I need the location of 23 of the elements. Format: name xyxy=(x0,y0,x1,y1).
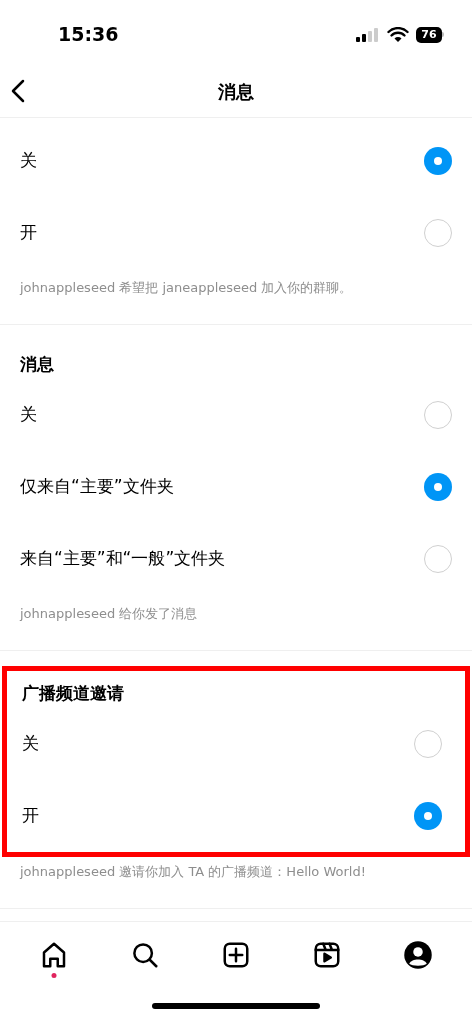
option-label: 开 xyxy=(20,221,37,245)
option-label: 仅来自“主要”文件夹 xyxy=(20,475,174,499)
caption-text: johnappleseed 希望把 janeappleseed 加入你的群聊。 xyxy=(20,280,353,295)
option-label: 关 xyxy=(20,149,37,173)
profile-icon xyxy=(403,939,434,970)
option-label: 开 xyxy=(22,804,39,828)
status-time: 15:36 xyxy=(58,22,119,48)
option-label: 来自“主要”和“一般”文件夹 xyxy=(20,547,226,571)
wifi-icon xyxy=(387,26,409,43)
signal-icon xyxy=(356,27,380,42)
page-title: 消息 xyxy=(218,79,254,104)
video-icon xyxy=(312,939,343,970)
radio-button[interactable] xyxy=(414,802,442,830)
option-label: 关 xyxy=(20,403,37,427)
battery-level: 76 xyxy=(421,29,437,40)
caption-text: johnappleseed 给你发了消息 xyxy=(20,606,198,621)
section-title: 广播频道邀请 xyxy=(22,682,124,706)
radio-button[interactable] xyxy=(424,473,452,501)
caption-text: johnappleseed 邀请你加入 TA 的广播频道：Hello World! xyxy=(20,864,366,879)
option-label: 关 xyxy=(22,732,39,756)
back-icon[interactable] xyxy=(11,79,25,103)
section-title: 消息 xyxy=(20,353,54,377)
radio-button[interactable] xyxy=(424,147,452,175)
